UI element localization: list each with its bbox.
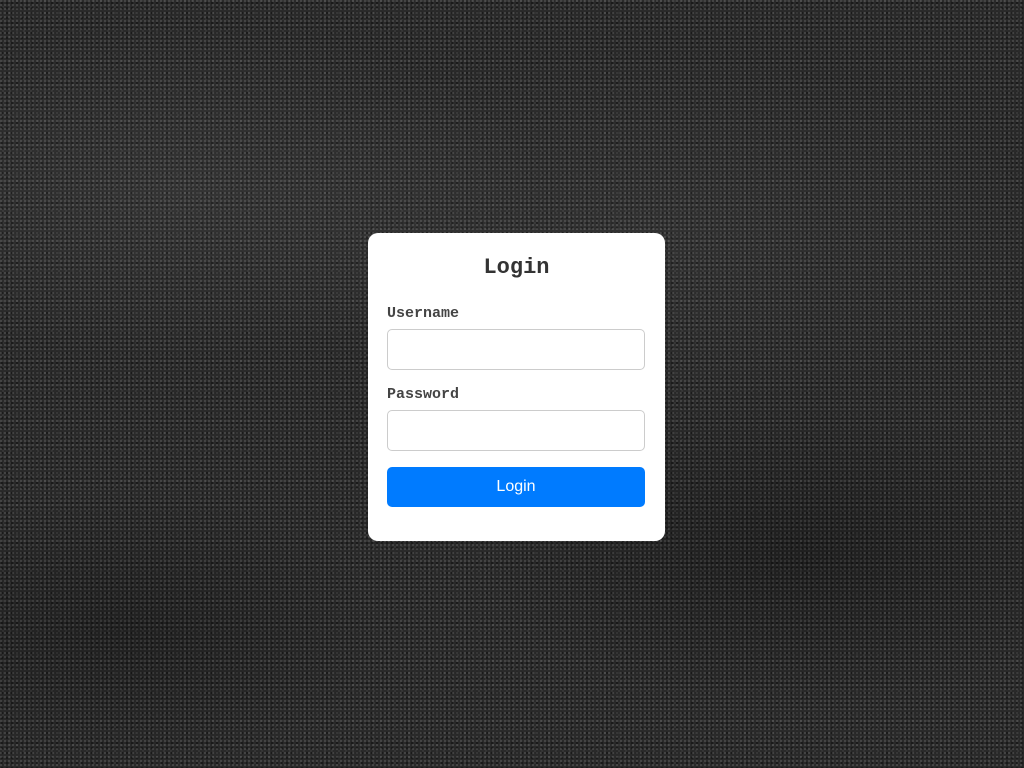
login-button[interactable]: Login [387, 467, 645, 507]
login-title: Login [483, 255, 550, 280]
username-label: Username [387, 305, 460, 322]
login-card: Login Username Password Login [368, 233, 665, 541]
password-label: Password [387, 386, 460, 403]
password-input[interactable] [387, 410, 645, 451]
username-input[interactable] [387, 329, 645, 370]
